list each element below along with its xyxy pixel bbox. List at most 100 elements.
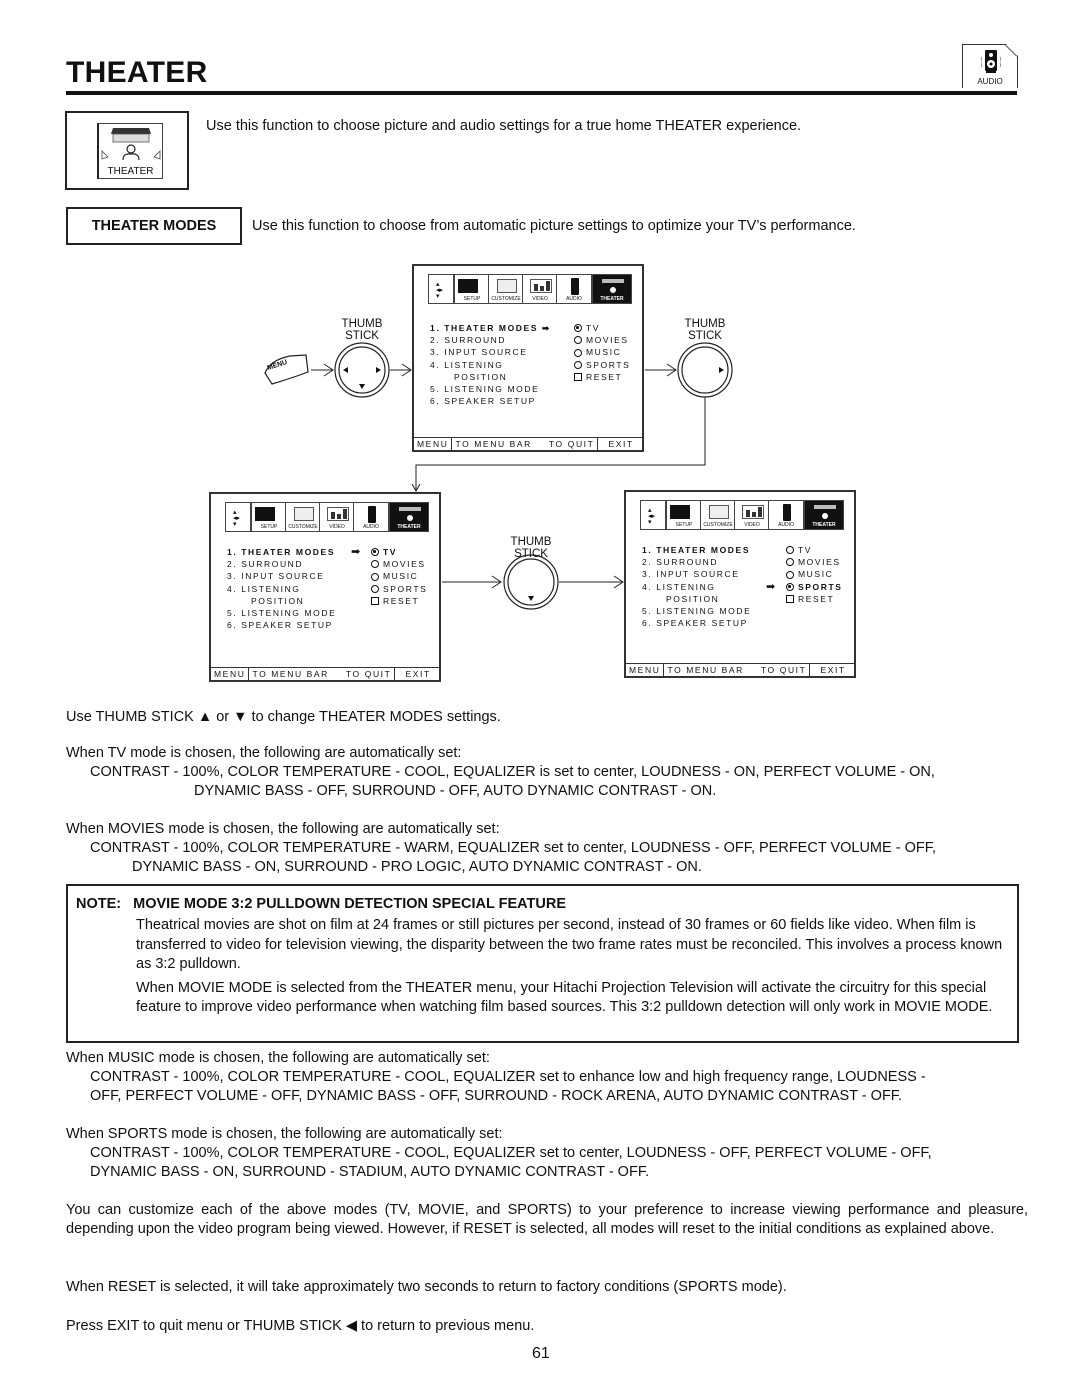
audio-badge-label: AUDIO — [977, 77, 1003, 86]
note-body: Theatrical movies are shot on film at 24… — [136, 916, 1009, 1018]
option-tv[interactable]: TV — [574, 322, 630, 334]
note-title: MOVIE MODE 3:2 PULLDOWN DETECTION SPECIA… — [133, 896, 567, 912]
theater-modes-description: Use this function to choose from automat… — [252, 218, 856, 234]
menu-tab-label: AUDIO — [778, 522, 794, 528]
option-sports[interactable]: SPORTS ➡ — [766, 581, 843, 593]
menu-footer-bar: MENU TO MENU BAR TO QUIT EXIT — [414, 437, 642, 450]
thumb-stick-1 — [334, 342, 390, 398]
option-sports[interactable]: SPORTS — [574, 359, 630, 371]
menu-tab-setup[interactable]: SETUP — [666, 500, 702, 530]
thumb-stick-3-label: THUMB STICK — [510, 536, 552, 560]
option-label: TV — [383, 547, 398, 557]
menu-item-list: 1. THEATER MODES 2. SURROUND 3. INPUT SOUR… — [642, 544, 751, 629]
option-label: TV — [586, 323, 601, 333]
menu-item[interactable]: 1. THEATER MODES ➡ — [430, 322, 551, 334]
menu-tab-label: THEATER — [812, 522, 836, 528]
footer-exit[interactable]: EXIT — [597, 438, 643, 450]
menu-item[interactable]: 2. SURROUND — [227, 558, 336, 570]
menu-item[interactable]: 1. THEATER MODES — [227, 546, 336, 558]
menu-tab-bar: ▴ ◂▸ ▾ SETUP CUSTOMIZE VIDEO AUDIO THEATER — [225, 502, 429, 534]
option-movies[interactable]: MOVIES — [786, 556, 843, 568]
menu-item[interactable]: 3. INPUT SOURCE — [430, 346, 551, 358]
menu-tab-audio[interactable]: AUDIO — [768, 500, 804, 530]
radio-icon — [786, 558, 794, 567]
menu-item[interactable]: 2. SURROUND — [642, 556, 751, 568]
menu-screen-top: ▴ ◂▸ ▾ SETUP CUSTOMIZE VIDEO AUDIO THEATER 1. TH… — [412, 264, 644, 452]
theater-icon-frame: THEATER — [65, 111, 189, 190]
menu-tab-video[interactable]: VIDEO — [734, 500, 770, 530]
menu-item[interactable]: 2. SURROUND — [430, 334, 551, 346]
menu-item[interactable]: 6. SPEAKER SETUP — [227, 619, 336, 631]
radio-icon — [371, 584, 379, 593]
footer-exit[interactable]: EXIT — [809, 664, 855, 676]
menu-item[interactable]: 1. THEATER MODES — [642, 544, 751, 556]
menu-tab-setup[interactable]: SETUP — [454, 274, 490, 304]
option-tv[interactable]: TV ➡ — [351, 546, 427, 558]
option-movies[interactable]: MOVIES — [371, 558, 427, 570]
menu-item[interactable]: 3. INPUT SOURCE — [642, 568, 751, 580]
menu-item[interactable]: 3. INPUT SOURCE — [227, 570, 336, 582]
menu-tab-customize[interactable]: CUSTOMIZE — [488, 274, 524, 304]
tv-mode-intro: When TV mode is chosen, the following ar… — [66, 745, 462, 761]
footer-to-quit: TO QUIT — [548, 439, 595, 449]
radio-icon — [786, 570, 794, 579]
menu-item[interactable]: 6. SPEAKER SETUP — [642, 617, 751, 629]
menu-tab-audio[interactable]: AUDIO — [353, 502, 389, 532]
menu-item[interactable]: 5. LISTENING MODE — [227, 607, 336, 619]
menu-tab-audio[interactable]: AUDIO — [556, 274, 592, 304]
option-sports[interactable]: SPORTS — [371, 583, 427, 595]
menu-item[interactable]: POSITION — [227, 595, 336, 607]
menu-tab-label: SETUP — [260, 524, 278, 530]
menu-tab-video[interactable]: VIDEO — [522, 274, 558, 304]
nav-arrows-icon: ▴ ◂▸ ▾ — [640, 500, 666, 530]
menu-item[interactable]: 5. LISTENING MODE — [430, 383, 551, 395]
menu-item[interactable]: 4. LISTENING — [227, 583, 336, 595]
menu-tab-label: AUDIO — [363, 524, 379, 530]
menu-item[interactable]: 4. LISTENING — [430, 359, 551, 371]
menu-tab-customize[interactable]: CUSTOMIZE — [700, 500, 736, 530]
option-movies[interactable]: MOVIES — [574, 334, 630, 346]
selection-arrow-icon: ➡ — [766, 580, 777, 593]
selection-arrow-icon: ➡ — [351, 546, 362, 558]
footer-exit[interactable]: EXIT — [394, 668, 440, 680]
page-title: THEATER — [66, 56, 208, 89]
radio-icon — [574, 336, 582, 345]
menu-tab-setup[interactable]: SETUP — [251, 502, 287, 532]
menu-tab-theater[interactable]: THEATER — [804, 500, 844, 530]
option-reset[interactable]: RESET — [786, 593, 843, 605]
menu-tab-customize[interactable]: CUSTOMIZE — [285, 502, 321, 532]
menu-item-list: 1. THEATER MODES ➡ 2. SURROUND 3. INPUT SO… — [430, 322, 551, 407]
footer-to-quit: TO QUIT — [760, 665, 807, 675]
menu-tab-theater[interactable]: THEATER — [592, 274, 632, 304]
option-music[interactable]: MUSIC — [371, 570, 427, 582]
thumb-stick-3 — [503, 554, 559, 610]
footer-menu[interactable]: MENU — [414, 438, 453, 450]
menu-tab-label: VIDEO — [744, 522, 760, 528]
menu-item[interactable]: 5. LISTENING MODE — [642, 605, 751, 617]
menu-item[interactable]: 6. SPEAKER SETUP — [430, 395, 551, 407]
menu-item[interactable]: 4. LISTENING — [642, 581, 751, 593]
footer-menu[interactable]: MENU — [626, 664, 665, 676]
option-label: SPORTS — [383, 583, 428, 594]
menu-item[interactable]: POSITION — [642, 593, 751, 605]
note-prefix: NOTE: — [76, 896, 122, 912]
option-music[interactable]: MUSIC — [786, 568, 843, 580]
audio-section-badge: AUDIO — [962, 44, 1018, 88]
option-tv[interactable]: TV — [786, 544, 843, 556]
checkbox-icon — [786, 594, 794, 603]
menu-footer-bar: MENU TO MENU BAR TO QUIT EXIT — [211, 667, 439, 680]
radio-icon — [371, 560, 379, 569]
radio-icon — [371, 572, 379, 581]
option-label: MUSIC — [798, 569, 834, 580]
menu-tab-video[interactable]: VIDEO — [319, 502, 355, 532]
menu-tab-theater[interactable]: THEATER — [389, 502, 429, 532]
page-number: 61 — [532, 1345, 550, 1362]
tv-mode-settings-line2: DYNAMIC BASS - OFF, SURROUND - OFF, AUTO… — [194, 783, 717, 799]
option-reset[interactable]: RESET — [371, 595, 427, 607]
radio-icon — [786, 546, 794, 555]
intro-text: Use this function to choose picture and … — [206, 118, 802, 134]
footer-menu[interactable]: MENU — [211, 668, 250, 680]
option-reset[interactable]: RESET — [574, 371, 630, 383]
menu-item[interactable]: POSITION — [430, 371, 551, 383]
option-music[interactable]: MUSIC — [574, 346, 630, 358]
